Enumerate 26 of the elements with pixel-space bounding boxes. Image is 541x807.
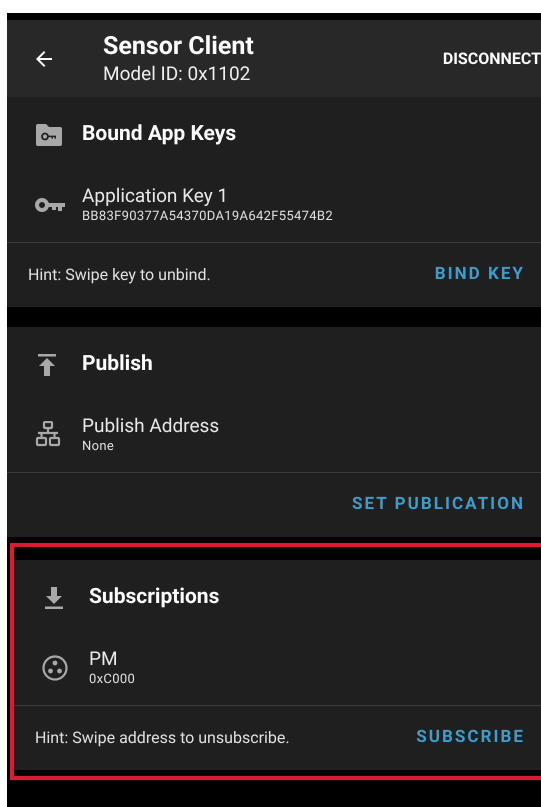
upload-arrow-icon — [36, 353, 58, 377]
item-subtitle: BB83F90377A54370DA19A642F55474B2 — [82, 208, 333, 226]
disconnect-button[interactable]: DISCONNECT — [442, 46, 541, 70]
item-title: Publish Address — [82, 414, 220, 438]
item-subtitle: 0xC000 — [89, 670, 136, 688]
section-title: Subscriptions — [89, 584, 220, 612]
list-item[interactable]: Publish Address None — [7, 403, 541, 473]
section-title: Publish — [82, 351, 153, 378]
item-title: Application Key 1 — [82, 184, 230, 208]
download-arrow-icon — [43, 586, 65, 610]
list-item[interactable]: Application Key 1 BB83F90377A54370DA19A642F55474B2 — [7, 173, 541, 243]
action-button[interactable]: SUBSCRIBE — [412, 725, 529, 751]
action-button[interactable]: BIND KEY — [430, 262, 529, 288]
hint-text: Hint: Swipe address to unsubscribe. — [35, 727, 290, 749]
network-icon — [35, 420, 61, 448]
action-button[interactable]: SET PUBLICATION — [348, 492, 529, 518]
group-circle-icon — [42, 654, 68, 680]
item-title: PM — [89, 646, 119, 670]
item-subtitle: None — [82, 438, 116, 456]
section-title: Bound App Keys — [82, 121, 236, 148]
model-id-text: Model ID: 0x1102 — [103, 62, 252, 86]
hint-text: Hint: Swipe key to unbind. — [28, 264, 211, 286]
key-icon — [35, 196, 65, 212]
folder-key-icon — [36, 124, 62, 146]
screen-title: Sensor Client — [103, 32, 254, 62]
list-item[interactable]: PM 0xC000 — [14, 636, 541, 706]
